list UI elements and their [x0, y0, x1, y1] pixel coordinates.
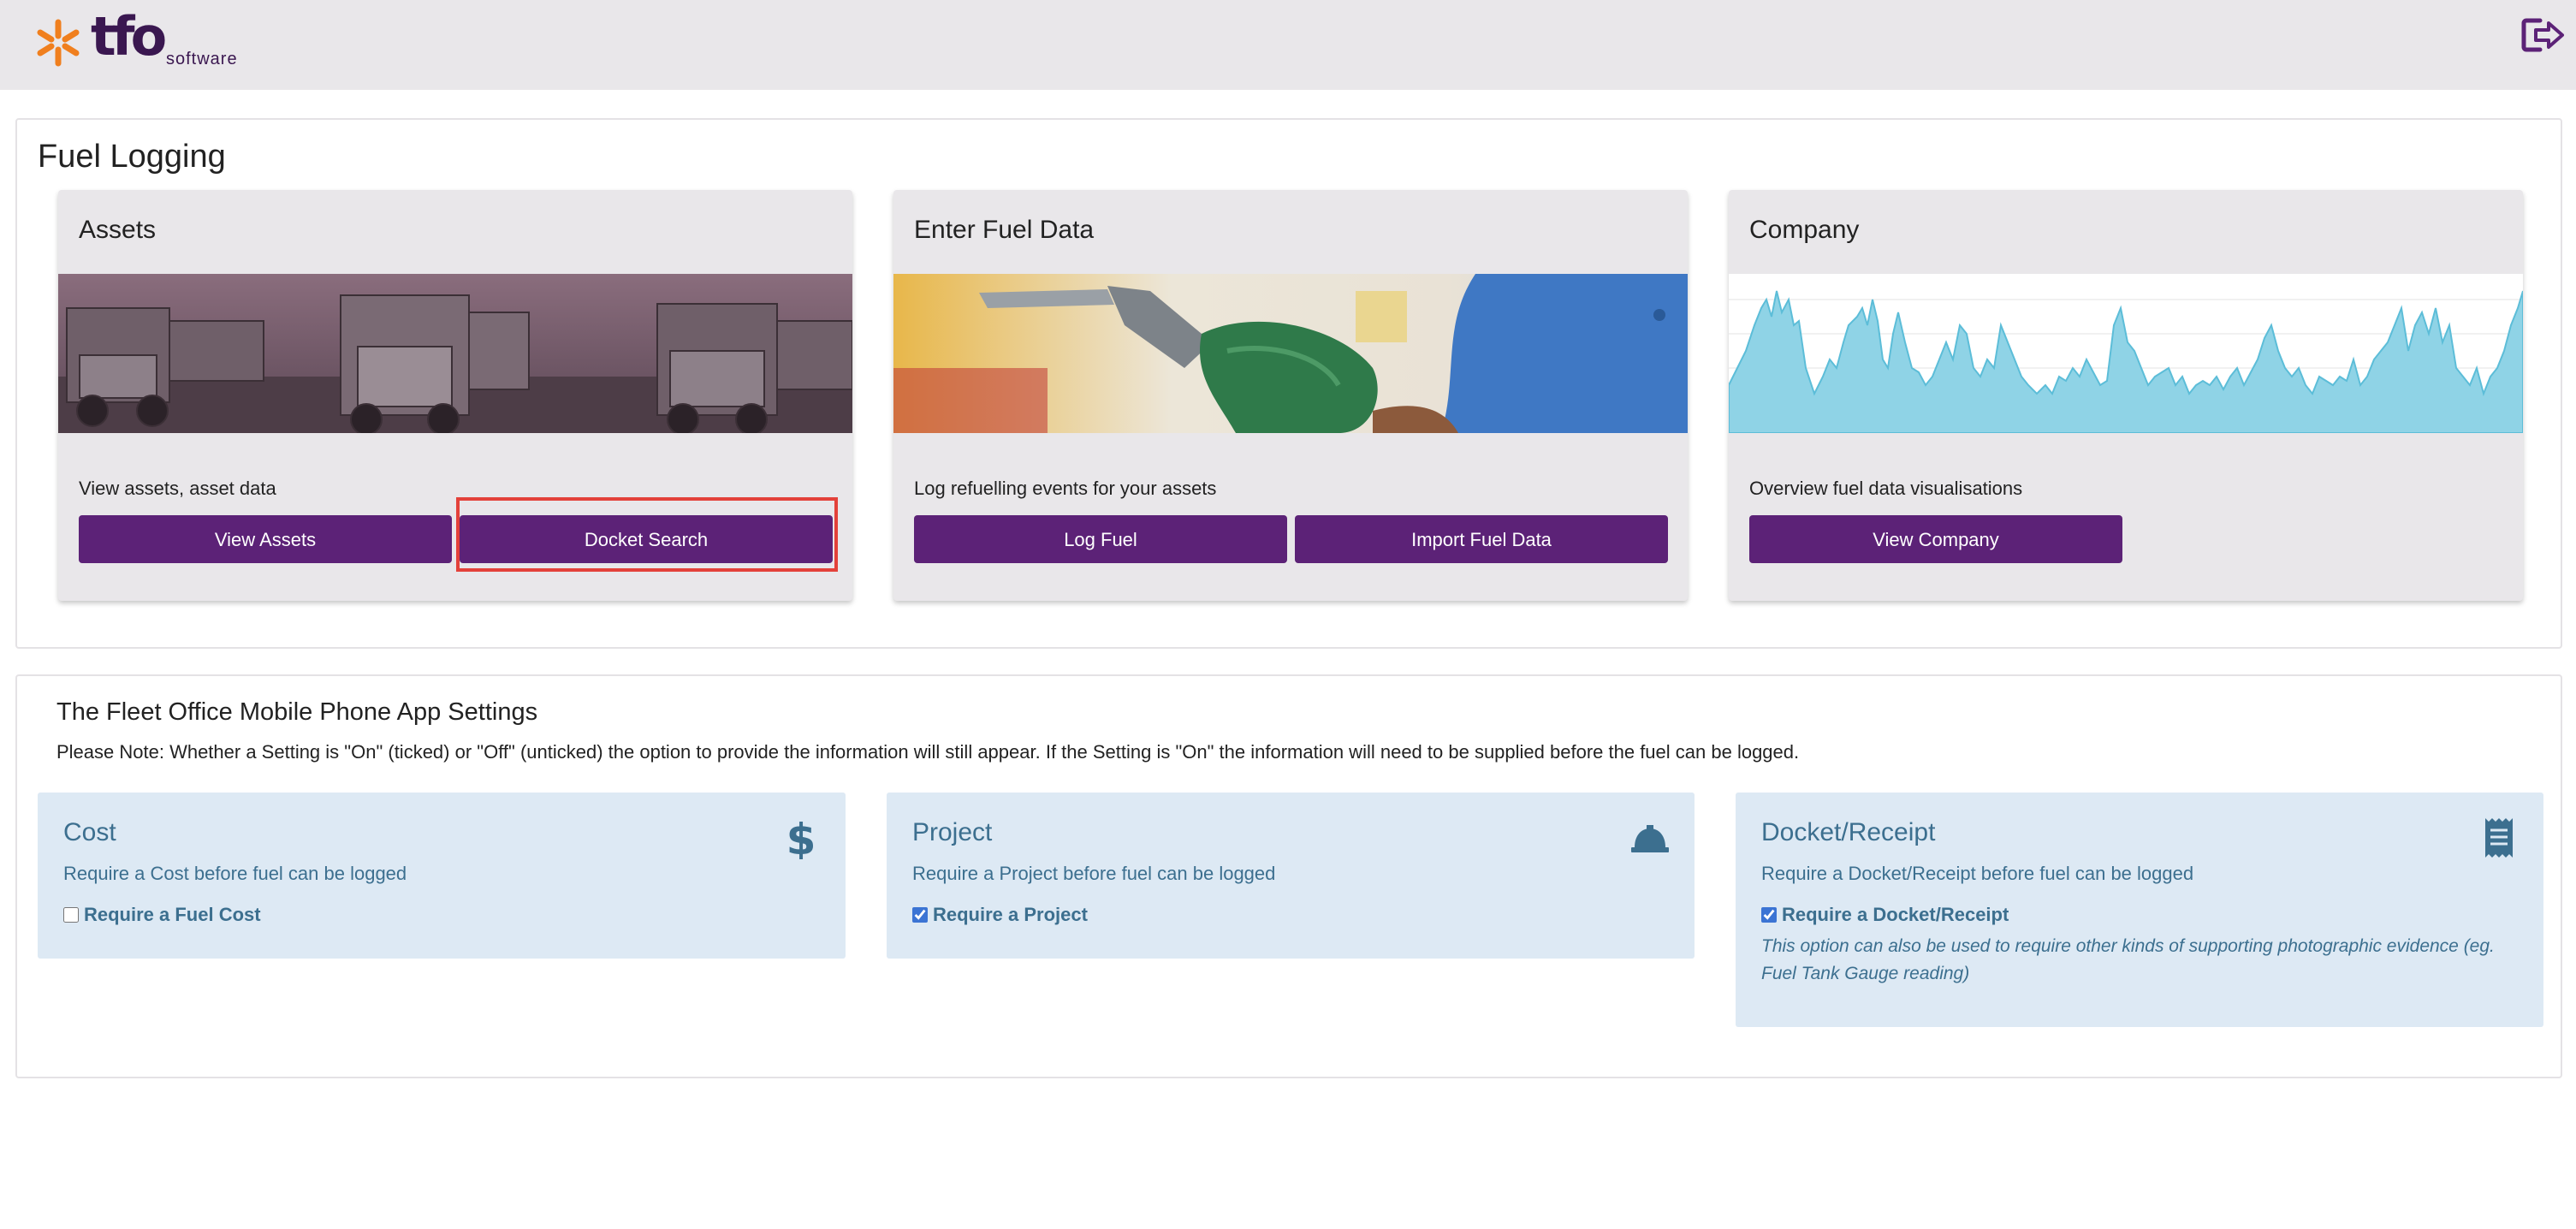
logo-subtext: software — [166, 50, 238, 68]
setting-description: Require a Project before fuel can be log… — [912, 863, 1276, 884]
setting-extra-note: This option can also be used to require … — [1761, 936, 2495, 983]
settings-note: Please Note: Whether a Setting is "On" (… — [56, 741, 1800, 763]
card-description: Overview fuel data visualisations — [1749, 478, 2023, 499]
receipt-icon — [2485, 818, 2513, 858]
card-title: Company — [1749, 216, 1860, 244]
require-fuel-cost-checkbox-row[interactable]: Require a Fuel Cost — [63, 904, 261, 926]
checkbox-label: Require a Project — [933, 904, 1088, 925]
require-docket-receipt-checkbox[interactable] — [1761, 907, 1777, 923]
view-company-button[interactable]: View Company — [1749, 515, 2122, 563]
dollar-icon: $ — [786, 816, 816, 859]
setting-title: Cost — [63, 818, 116, 846]
enter-fuel-data-card: Enter Fuel Data Log refuelling events fo… — [893, 190, 1688, 601]
setting-title: Project — [912, 818, 993, 846]
require-project-checkbox-row[interactable]: Require a Project — [912, 904, 1088, 926]
card-description: View assets, asset data — [79, 478, 276, 499]
trucks-photo — [58, 274, 852, 433]
setting-title: Docket/Receipt — [1761, 818, 1936, 846]
hard-hat-icon — [1631, 825, 1669, 852]
starburst-logo-icon — [37, 19, 80, 67]
card-title: Enter Fuel Data — [914, 216, 1095, 244]
logout-icon[interactable] — [2521, 17, 2566, 53]
company-card: Company Overview fuel data visualisation… — [1729, 190, 2523, 601]
setting-description: Require a Cost before fuel can be logged — [63, 863, 407, 884]
docket-search-button[interactable]: Docket Search — [460, 515, 833, 563]
svg-text:$: $ — [786, 816, 816, 859]
fuel-logging-panel: Fuel Logging Assets View assets, asset d… — [15, 118, 2562, 649]
fuel-nozzle-photo — [893, 274, 1688, 433]
cost-setting-card: Cost $ Require a Cost before fuel can be… — [38, 793, 846, 959]
section-title: The Fleet Office Mobile Phone App Settin… — [56, 698, 538, 726]
assets-card: Assets View assets, asset data View Asse… — [58, 190, 852, 601]
top-bar: tfo software — [0, 0, 2576, 90]
page-title: Fuel Logging — [38, 139, 226, 175]
project-setting-card: Project Require a Project before fuel ca… — [887, 793, 1695, 959]
app-settings-panel: The Fleet Office Mobile Phone App Settin… — [15, 674, 2562, 1078]
require-project-checkbox[interactable] — [912, 907, 928, 923]
require-docket-receipt-checkbox-row[interactable]: Require a Docket/Receipt — [1761, 904, 2009, 926]
view-assets-button[interactable]: View Assets — [79, 515, 452, 563]
checkbox-label: Require a Fuel Cost — [84, 904, 261, 925]
import-fuel-data-button[interactable]: Import Fuel Data — [1295, 515, 1668, 563]
setting-description: Require a Docket/Receipt before fuel can… — [1761, 863, 2194, 884]
card-description: Log refuelling events for your assets — [914, 478, 1217, 499]
logo-text: tfo — [91, 5, 167, 68]
checkbox-label: Require a Docket/Receipt — [1782, 904, 2009, 925]
docket-receipt-setting-card: Docket/Receipt Require a Docket/Receipt … — [1736, 793, 2543, 1027]
card-title: Assets — [79, 216, 157, 244]
log-fuel-button[interactable]: Log Fuel — [914, 515, 1287, 563]
fuel-usage-area-chart — [1729, 274, 2523, 433]
require-fuel-cost-checkbox[interactable] — [63, 907, 79, 923]
